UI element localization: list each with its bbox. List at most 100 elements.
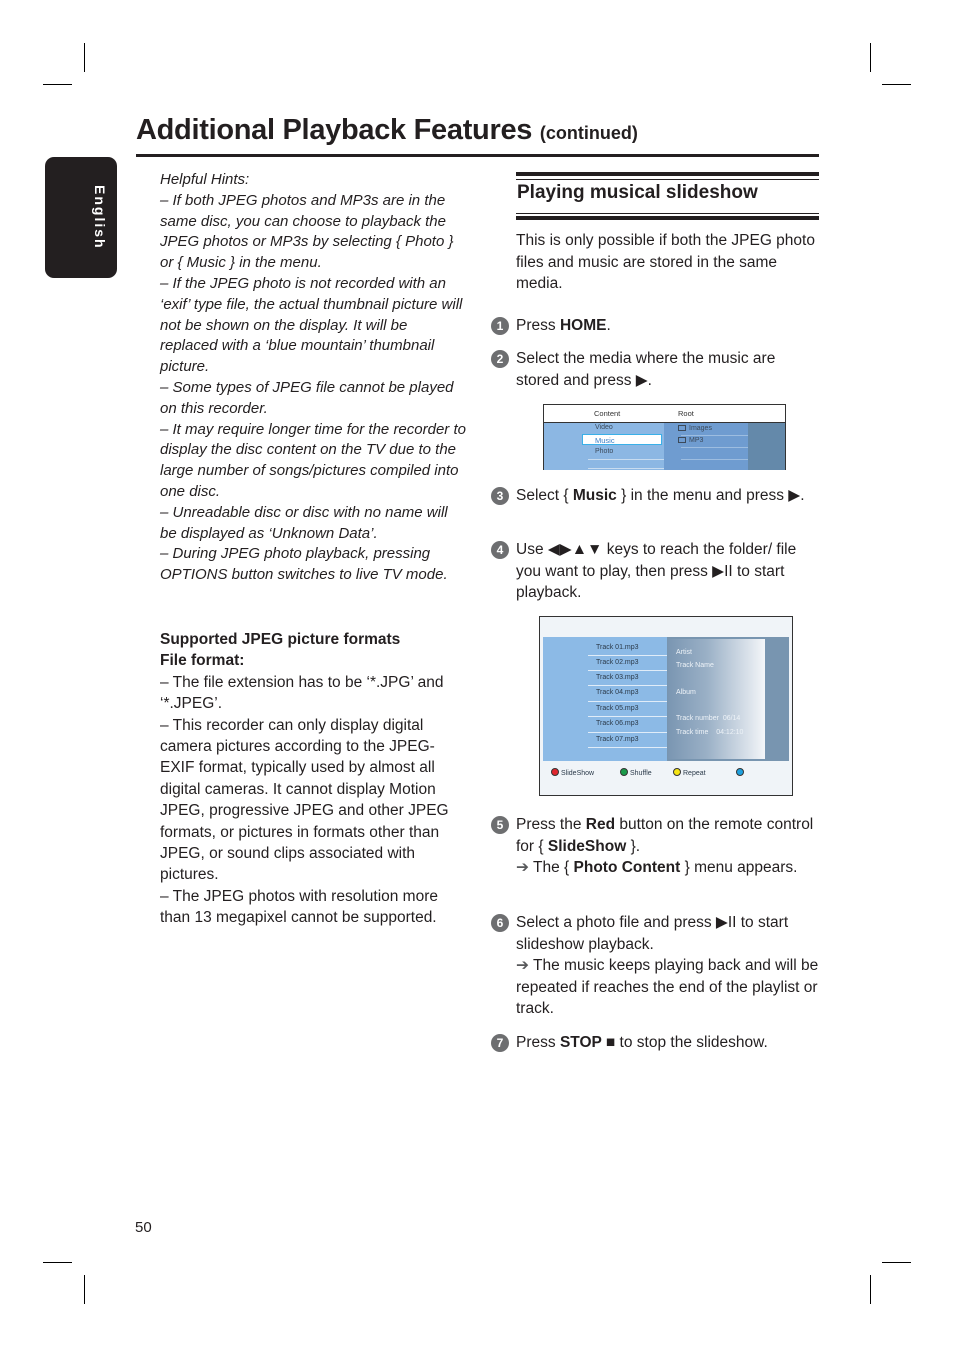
track-item[interactable]: Track 07.mp3 <box>596 736 639 743</box>
hint-item: – During JPEG photo playback, pressing O… <box>160 545 448 584</box>
track-time-readout: Track time 04:12:10 <box>676 729 743 736</box>
step-key: SlideShow <box>547 837 627 855</box>
crop-mark <box>84 1275 85 1304</box>
step-key: STOP ■ <box>559 1034 616 1051</box>
hint-item: – If both JPEG photos and MP3s are in th… <box>160 191 454 272</box>
step-number-icon: 6 <box>491 914 509 932</box>
page-title: Additional Playback Features (continued) <box>136 114 638 147</box>
divider <box>681 435 748 436</box>
step-6: 6 Select a photo file and press ▶II to s… <box>491 912 821 1020</box>
divider <box>588 655 670 656</box>
preview-panel <box>748 423 785 470</box>
crop-mark <box>43 1262 72 1263</box>
step-text: Press <box>516 317 560 334</box>
divider <box>588 701 670 702</box>
folder-mp3[interactable]: MP3 <box>678 437 703 444</box>
crop-mark <box>882 1262 911 1263</box>
track-item[interactable]: Track 06.mp3 <box>596 720 639 727</box>
shuffle-button[interactable]: Shuffle <box>620 768 652 777</box>
step-2: 2 Select the media where the music are s… <box>491 348 821 391</box>
step-number-icon: 2 <box>491 350 509 368</box>
section-rule <box>516 213 819 214</box>
track-number-readout: Track number 06/14 <box>676 715 740 722</box>
selection-highlight <box>582 434 662 445</box>
track-name-label: Track Name <box>676 662 714 669</box>
step-7: 7 Press STOP ■ to stop the slideshow. <box>491 1032 821 1054</box>
blue-button[interactable] <box>736 768 746 777</box>
track-item[interactable]: Track 02.mp3 <box>596 659 639 666</box>
menu-item-photo[interactable]: Photo <box>595 448 613 455</box>
hint-item: – Some types of JPEG file cannot be play… <box>160 378 454 417</box>
divider <box>588 716 670 717</box>
artist-label: Artist <box>676 649 692 656</box>
step-text: . <box>606 317 611 334</box>
crop-mark <box>84 43 85 72</box>
step-1: 1 Press HOME. <box>491 315 821 337</box>
content-header: Content <box>594 409 621 418</box>
folder-label: MP3 <box>689 437 704 444</box>
hint-item: – Unreadable disc or disc with no name w… <box>160 503 448 542</box>
step-number-icon: 1 <box>491 317 509 335</box>
result-arrow-icon: ➔ <box>516 859 529 876</box>
folder-images[interactable]: Images <box>678 425 712 432</box>
helpful-hints: Helpful Hints: – If both JPEG photos and… <box>160 170 466 586</box>
divider <box>681 459 748 460</box>
format-item: – The JPEG photos with resolution more t… <box>160 887 438 927</box>
menu-item-video[interactable]: Video <box>595 424 613 431</box>
track-item[interactable]: Track 04.mp3 <box>596 689 639 696</box>
track-item[interactable]: Track 05.mp3 <box>596 705 639 712</box>
section-rule <box>516 179 819 180</box>
format-item: – This recorder can only display digital… <box>160 716 449 884</box>
step-text: Press <box>516 1034 560 1051</box>
divider <box>681 447 748 448</box>
step-number-icon: 7 <box>491 1034 509 1052</box>
divider <box>588 670 670 671</box>
track-time-label: Track time <box>676 729 709 736</box>
step-key: HOME <box>559 317 607 334</box>
step-result: The music keeps playing back and will be… <box>516 957 819 1017</box>
section-intro: This is only possible if both the JPEG p… <box>516 230 820 295</box>
formats-subheading: File format: <box>160 652 245 670</box>
crop-mark <box>870 1275 871 1304</box>
slideshow-button[interactable]: SlideShow <box>551 768 594 777</box>
screen-header: Content Root <box>544 405 785 423</box>
step-result: The { <box>529 859 574 876</box>
step-text: }. <box>626 837 641 855</box>
track-item[interactable]: Track 01.mp3 <box>596 644 639 651</box>
track-info-gradient <box>668 639 765 759</box>
button-label: SlideShow <box>561 770 595 777</box>
divider <box>588 468 664 469</box>
hint-item: – If the JPEG photo is not recorded with… <box>160 274 463 376</box>
intro-text: This is only possible if both the JPEG p… <box>516 232 815 292</box>
track-list: Track 01.mp3 Track 02.mp3 Track 03.mp3 T… <box>543 637 670 761</box>
step-result: } menu appears. <box>680 859 798 876</box>
divider <box>588 747 670 748</box>
repeat-button[interactable]: Repeat <box>673 768 706 777</box>
blue-dot-icon <box>736 768 744 776</box>
format-item: – The file extension has to be ‘*.JPG’ a… <box>160 673 444 713</box>
language-tab: English <box>45 157 117 278</box>
step-3: 3 Select { Music } in the menu and press… <box>491 485 821 507</box>
page-title-text: Additional Playback Features <box>136 114 533 146</box>
track-item[interactable]: Track 03.mp3 <box>596 674 639 681</box>
folder-icon <box>678 437 686 443</box>
divider <box>588 459 664 460</box>
divider <box>588 685 670 686</box>
green-dot-icon <box>620 768 628 776</box>
step-text: Select a photo file and press ▶II to sta… <box>516 914 789 953</box>
step-key: Red <box>585 816 616 833</box>
album-label: Album <box>676 689 696 696</box>
step-4: 4 Use ◀▶▲▼ keys to reach the folder/ fil… <box>491 539 821 604</box>
page-title-suffix: (continued) <box>539 123 638 143</box>
content-menu-screen: Content Root Video Music Photo Images MP… <box>543 404 786 470</box>
menu-item-music[interactable]: Music <box>595 436 615 445</box>
music-playlist-screen: Track 01.mp3 Track 02.mp3 Track 03.mp3 T… <box>539 616 793 796</box>
section-rule <box>516 172 819 176</box>
language-tab-label: English <box>92 185 108 250</box>
step-key: Music <box>572 487 617 504</box>
step-number-icon: 3 <box>491 487 509 505</box>
step-text: Select the media where the music are sto… <box>516 350 776 389</box>
step-5: 5 Press the Red button on the remote con… <box>491 814 821 879</box>
step-text: Press the <box>516 816 586 833</box>
step-number-icon: 5 <box>491 816 509 834</box>
